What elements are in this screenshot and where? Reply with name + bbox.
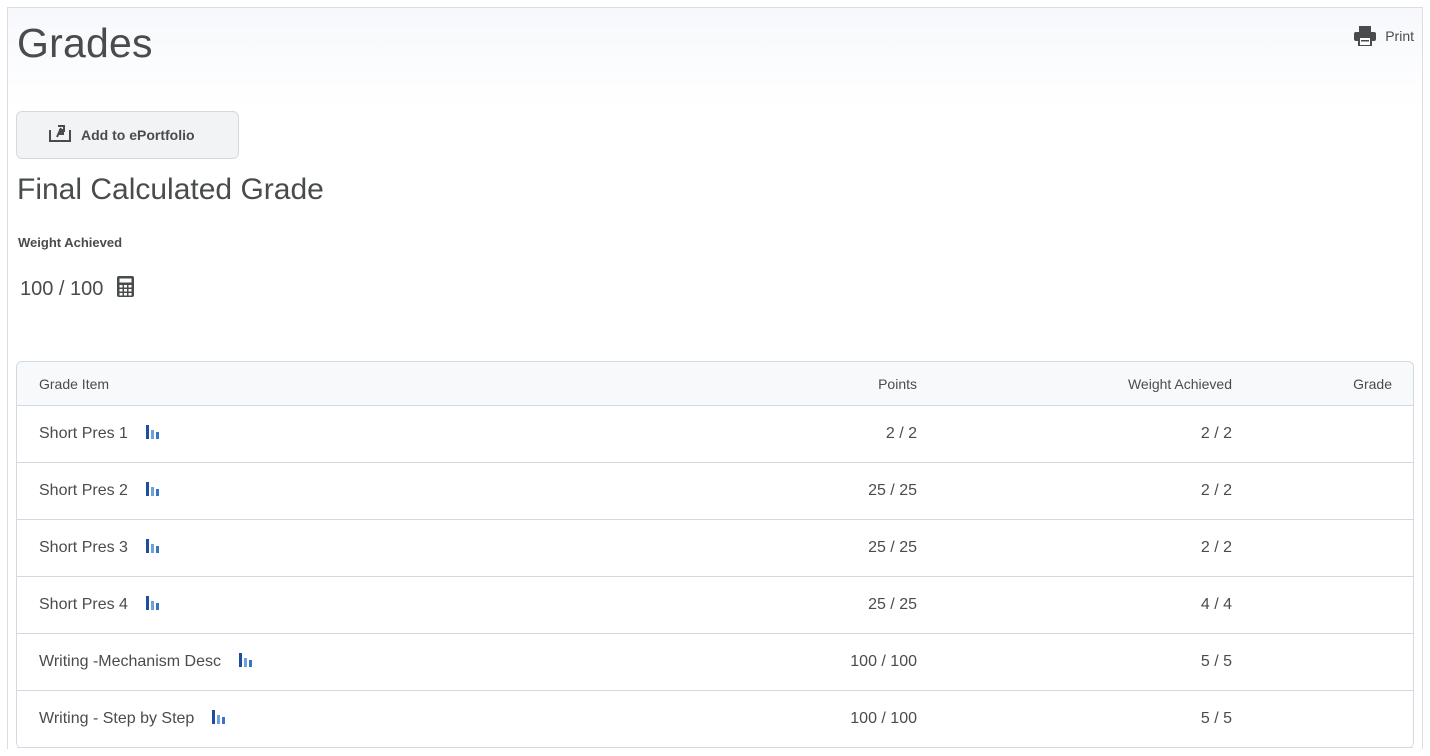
- calculator-icon[interactable]: [117, 276, 135, 302]
- weight-value: 2 / 2: [1200, 482, 1232, 499]
- weight-value: 5 / 5: [1200, 653, 1232, 670]
- grade-item-name: Short Pres 4: [39, 596, 128, 613]
- print-button[interactable]: Print: [1354, 26, 1414, 46]
- grade-item-name: Writing - Step by Step: [39, 710, 195, 727]
- table-row: Short Pres 3 25 / 25 2 / 2: [17, 520, 1413, 577]
- grade-item-name: Writing -Mechanism Desc: [39, 653, 221, 670]
- add-to-eportfolio-button[interactable]: Add to ePortfolio: [16, 111, 239, 159]
- statistics-icon[interactable]: [145, 538, 160, 558]
- final-grade-value: 100 / 100: [20, 277, 104, 300]
- header-grade: Grade: [1353, 375, 1392, 392]
- table-header-row: Grade Item Points Weight Achieved Grade: [17, 362, 1413, 406]
- print-label: Print: [1385, 28, 1414, 44]
- grades-page: Grades Print Add to ePortfolio Final Cal…: [7, 7, 1423, 749]
- table-row: Short Pres 4 25 / 25 4 / 4: [17, 577, 1413, 634]
- points-value: 25 / 25: [868, 482, 917, 499]
- table-row: Writing - Step by Step 100 / 100 5 / 5: [17, 691, 1413, 748]
- statistics-icon[interactable]: [238, 652, 253, 672]
- statistics-icon[interactable]: [145, 424, 160, 444]
- points-value: 25 / 25: [868, 596, 917, 613]
- header-points: Points: [878, 375, 917, 392]
- table-row: Short Pres 2 25 / 25 2 / 2: [17, 463, 1413, 520]
- final-grade-title: Final Calculated Grade: [17, 173, 324, 206]
- header-weight-achieved: Weight Achieved: [1127, 375, 1232, 392]
- statistics-icon[interactable]: [145, 481, 160, 501]
- eportfolio-icon: [49, 124, 71, 147]
- statistics-icon[interactable]: [145, 595, 160, 615]
- weight-value: 2 / 2: [1200, 425, 1232, 442]
- weight-value: 4 / 4: [1200, 596, 1232, 613]
- grade-item-name: Short Pres 3: [39, 539, 128, 556]
- weight-value: 2 / 2: [1200, 539, 1232, 556]
- table-row: Short Pres 1 2 / 2 2 / 2: [17, 406, 1413, 463]
- weight-achieved-label: Weight Achieved: [18, 235, 123, 250]
- grades-table: Grade Item Points Weight Achieved Grade …: [16, 361, 1414, 748]
- weight-value: 5 / 5: [1200, 710, 1232, 727]
- points-value: 2 / 2: [885, 425, 917, 442]
- points-value: 100 / 100: [850, 710, 917, 727]
- grade-item-name: Short Pres 1: [39, 425, 128, 442]
- points-value: 25 / 25: [868, 539, 917, 556]
- page-title: Grades: [17, 20, 153, 66]
- grade-item-name: Short Pres 2: [39, 482, 128, 499]
- printer-icon: [1354, 26, 1377, 46]
- header-grade-item: Grade Item: [39, 375, 110, 392]
- table-row: Writing -Mechanism Desc 100 / 100 5 / 5: [17, 634, 1413, 691]
- points-value: 100 / 100: [850, 653, 917, 670]
- final-grade-value-row: 100 / 100: [20, 276, 135, 302]
- eportfolio-label: Add to ePortfolio: [81, 127, 195, 143]
- statistics-icon[interactable]: [212, 709, 226, 729]
- header-band: [8, 8, 1422, 108]
